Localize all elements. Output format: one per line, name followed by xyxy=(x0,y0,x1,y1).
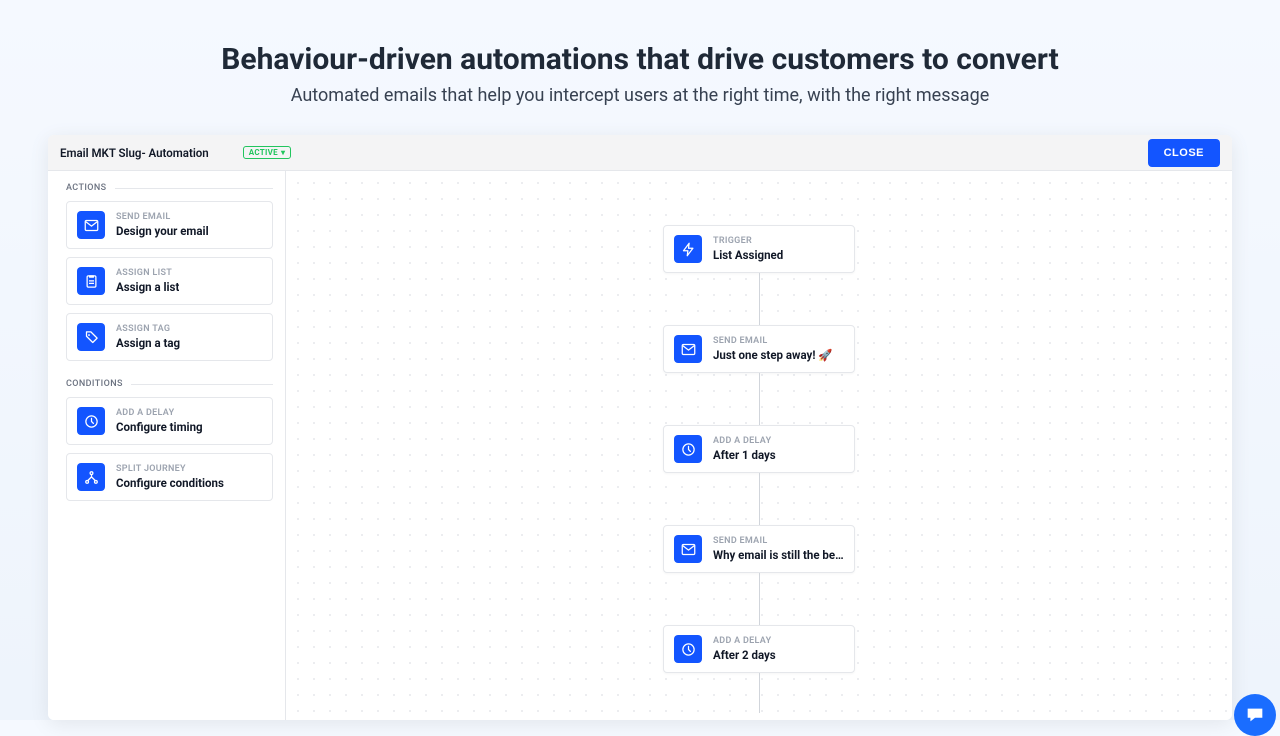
card-title: Assign a list xyxy=(116,280,179,294)
chat-widget-button[interactable] xyxy=(1234,694,1276,736)
flow-connector xyxy=(759,273,760,325)
clock-icon xyxy=(77,407,105,435)
node-title: After 2 days xyxy=(713,648,776,662)
clock-icon xyxy=(674,635,702,663)
sidebar: ACTIONS SEND EMAIL Design your email ASS… xyxy=(48,171,286,720)
condition-add-delay[interactable]: ADD A DELAY Configure timing xyxy=(66,397,273,445)
topbar: Email MKT Slug- Automation ACTIVE CLOSE xyxy=(48,135,1232,171)
flow-node-send-email[interactable]: SEND EMAIL Just one step away! 🚀 xyxy=(663,325,855,373)
action-send-email[interactable]: SEND EMAIL Design your email xyxy=(66,201,273,249)
action-assign-list[interactable]: ASSIGN LIST Assign a list xyxy=(66,257,273,305)
flow-node-send-email[interactable]: SEND EMAIL Why email is still the best w… xyxy=(663,525,855,573)
flow-connector xyxy=(759,373,760,425)
page-title: Behaviour-driven automations that drive … xyxy=(0,42,1280,77)
tag-icon xyxy=(77,323,105,351)
condition-split-journey[interactable]: SPLIT JOURNEY Configure conditions xyxy=(66,453,273,501)
node-title: List Assigned xyxy=(713,248,783,262)
card-kicker: SEND EMAIL xyxy=(116,212,209,222)
card-title: Configure conditions xyxy=(116,476,224,490)
card-kicker: ASSIGN TAG xyxy=(116,324,180,334)
flow-connector xyxy=(759,473,760,525)
flow-node-delay[interactable]: ADD A DELAY After 2 days xyxy=(663,625,855,673)
mail-icon xyxy=(674,535,702,563)
automation-name: Email MKT Slug- Automation xyxy=(60,146,209,160)
flow-canvas[interactable]: TRIGGER List Assigned SEND EMAIL Just on… xyxy=(286,171,1232,720)
node-title: Just one step away! 🚀 xyxy=(713,348,833,362)
node-kicker: SEND EMAIL xyxy=(713,336,833,346)
sidebar-section-label-conditions: CONDITIONS xyxy=(66,379,273,389)
card-title: Configure timing xyxy=(116,420,203,434)
status-badge[interactable]: ACTIVE xyxy=(243,146,292,159)
clock-icon xyxy=(674,435,702,463)
card-kicker: SPLIT JOURNEY xyxy=(116,464,224,474)
flow-connector xyxy=(759,673,760,713)
page-subtitle: Automated emails that help you intercept… xyxy=(0,85,1280,106)
card-title: Design your email xyxy=(116,224,209,238)
app-window: Email MKT Slug- Automation ACTIVE CLOSE … xyxy=(48,135,1232,720)
list-icon xyxy=(77,267,105,295)
sidebar-section-label-actions: ACTIONS xyxy=(66,183,273,193)
node-kicker: ADD A DELAY xyxy=(713,436,776,446)
mail-icon xyxy=(674,335,702,363)
flow-connector xyxy=(759,573,760,625)
split-icon xyxy=(77,463,105,491)
flow-node-trigger[interactable]: TRIGGER List Assigned xyxy=(663,225,855,273)
trigger-icon xyxy=(674,235,702,263)
close-button[interactable]: CLOSE xyxy=(1148,139,1220,167)
node-kicker: TRIGGER xyxy=(713,236,783,246)
node-kicker: ADD A DELAY xyxy=(713,636,776,646)
node-title: Why email is still the best wa… xyxy=(713,548,844,562)
node-kicker: SEND EMAIL xyxy=(713,536,844,546)
card-title: Assign a tag xyxy=(116,336,180,350)
node-title: After 1 days xyxy=(713,448,776,462)
action-assign-tag[interactable]: ASSIGN TAG Assign a tag xyxy=(66,313,273,361)
card-kicker: ADD A DELAY xyxy=(116,408,203,418)
chat-icon xyxy=(1244,704,1266,726)
mail-icon xyxy=(77,211,105,239)
card-kicker: ASSIGN LIST xyxy=(116,268,179,278)
flow-node-delay[interactable]: ADD A DELAY After 1 days xyxy=(663,425,855,473)
